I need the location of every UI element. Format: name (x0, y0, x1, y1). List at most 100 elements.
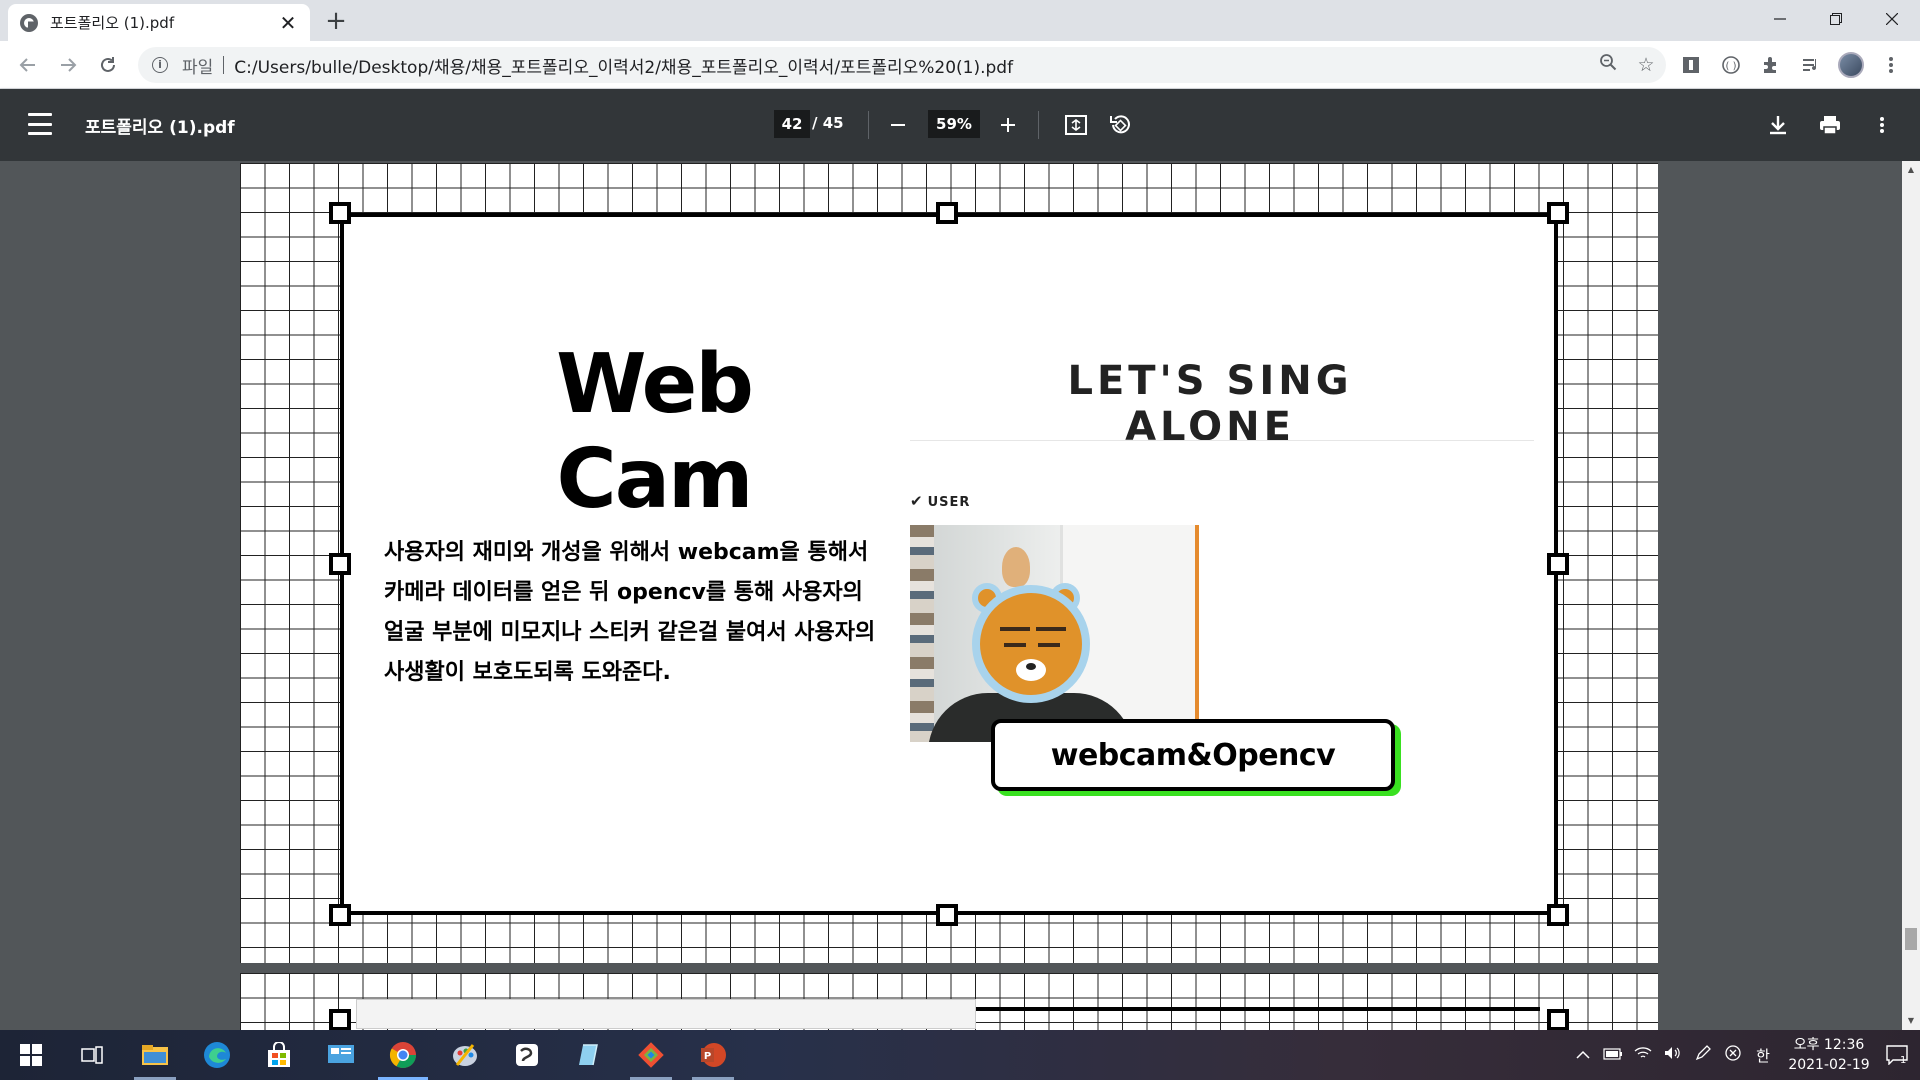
store-app[interactable] (248, 1030, 310, 1080)
chevron-up-icon[interactable] (1570, 1046, 1596, 1064)
wifi-icon[interactable] (1630, 1046, 1656, 1064)
clock-time: 오후 12:36 (1793, 1037, 1865, 1053)
address-bar[interactable]: i 파일 C:/Users/bulle/Desktop/채용/채용_포트폴리오_… (138, 47, 1666, 83)
restore-button[interactable] (1808, 0, 1864, 38)
folder-icon (142, 1045, 168, 1065)
pen-icon[interactable] (1690, 1045, 1716, 1065)
fit-page-button[interactable] (1060, 109, 1092, 141)
url-text[interactable]: C:/Users/bulle/Desktop/채용/채용_포트폴리오_이력서2/… (234, 53, 1013, 78)
chrome-menu-icon[interactable] (1876, 51, 1906, 79)
bear-face-sticker-icon (972, 585, 1090, 703)
handle-top-right (1547, 202, 1569, 224)
task-view-button[interactable] (62, 1030, 124, 1080)
extensions-area: ( ) (1676, 51, 1906, 79)
divider (868, 111, 869, 139)
edge-icon (204, 1042, 230, 1068)
notes-app[interactable] (558, 1030, 620, 1080)
zoom-out-button[interactable] (882, 109, 914, 141)
rotate-button[interactable] (1104, 109, 1136, 141)
scroll-down-icon[interactable]: ▼ (1906, 1016, 1916, 1026)
chrome-app[interactable] (372, 1030, 434, 1080)
handle-top-left (329, 1009, 351, 1030)
start-button[interactable] (0, 1030, 62, 1080)
divider (910, 440, 1534, 441)
zoom-icon[interactable] (1596, 53, 1620, 77)
minus-icon (891, 124, 905, 126)
handle-top-center (936, 202, 958, 224)
media-control-icon[interactable] (1796, 51, 1826, 79)
handle-top-left (329, 202, 351, 224)
download-icon (1770, 116, 1786, 135)
scroll-thumb[interactable] (1905, 928, 1917, 950)
snipping-app[interactable] (496, 1030, 558, 1080)
more-options-icon[interactable] (1866, 109, 1898, 141)
print-icon (1820, 116, 1840, 135)
webcam-opencv-badge: webcam&Opencv (991, 719, 1395, 791)
slide-heading: Web Cam (556, 337, 754, 527)
hamburger-menu-icon[interactable] (28, 113, 52, 135)
control-panel-app[interactable] (310, 1030, 372, 1080)
puzzle-icon[interactable] (1756, 51, 1786, 79)
chrome-icon (389, 1042, 417, 1069)
edge-app[interactable] (186, 1030, 248, 1080)
zoom-in-button[interactable] (992, 109, 1024, 141)
plus-icon (1001, 118, 1015, 132)
forward-button[interactable] (54, 51, 82, 79)
tab-title: 포트폴리오 (1).pdf (50, 14, 175, 32)
clock[interactable]: 오후 12:36 2021-02-19 (1784, 1035, 1874, 1075)
reload-button[interactable] (94, 51, 122, 79)
star-icon[interactable]: ☆ (1634, 53, 1658, 77)
scroll-up-icon[interactable]: ▲ (1906, 165, 1916, 175)
print-button[interactable] (1814, 109, 1846, 141)
clock-date: 2021-02-19 (1788, 1057, 1870, 1073)
restore-icon (1830, 13, 1842, 25)
handle-bottom-left (329, 904, 351, 926)
zoom-level-input[interactable]: 59% (928, 110, 980, 138)
extension-bookmark-icon[interactable] (1676, 51, 1706, 79)
taskbar: P 한 오후 12:36 2021-02-19 1 (0, 1030, 1920, 1080)
tab-active[interactable]: 포트폴리오 (1).pdf ✕ (8, 4, 310, 41)
svg-text:1: 1 (1900, 1055, 1906, 1065)
powerpoint-icon: P (701, 1043, 726, 1067)
profile-avatar[interactable] (1836, 51, 1866, 79)
reload-icon (101, 57, 115, 72)
download-button[interactable] (1762, 109, 1794, 141)
handle-mid-right (1547, 553, 1569, 575)
extension-circle-icon[interactable]: ( ) (1716, 51, 1746, 79)
task-view-icon (81, 1046, 103, 1064)
battery-icon[interactable] (1600, 1046, 1626, 1064)
minimize-button[interactable] (1752, 0, 1808, 38)
volume-icon[interactable] (1660, 1046, 1686, 1064)
badge-label: webcam&Opencv (1050, 737, 1336, 773)
new-tab-button[interactable]: + (322, 8, 350, 36)
file-explorer-app[interactable] (124, 1030, 186, 1080)
pdf-toolbar: 포트폴리오 (1).pdf 42 / 45 59% (0, 89, 1920, 161)
slide-frame: Web Cam LET'S SING ALONE 사용자의 재미와 개성을 위해… (340, 213, 1558, 915)
powerpoint-app[interactable]: P (682, 1030, 744, 1080)
scrollbar[interactable]: ▲ ▼ (1902, 161, 1920, 1030)
browser-toolbar: i 파일 C:/Users/bulle/Desktop/채용/채용_포트폴리오_… (0, 41, 1920, 89)
handle-bottom-right (1547, 904, 1569, 926)
blocked-icon[interactable] (1720, 1045, 1746, 1065)
close-window-button[interactable] (1864, 0, 1920, 38)
paint-app[interactable] (434, 1030, 496, 1080)
checkmark-icon: ✔ (910, 492, 924, 510)
scheme-label: 파일 (182, 57, 214, 78)
ime-indicator[interactable]: 한 (1750, 1045, 1776, 1066)
pdf-right-tools (1762, 109, 1898, 141)
page-number-input[interactable]: 42 (774, 110, 810, 138)
tab-strip: 포트폴리오 (1).pdf ✕ + (0, 0, 1920, 41)
notification-center-button[interactable]: 1 (1874, 1030, 1920, 1080)
tab-close-icon[interactable]: ✕ (278, 13, 298, 33)
divider (223, 56, 225, 74)
handle-bottom-center (936, 904, 958, 926)
info-icon[interactable]: i (152, 57, 168, 73)
back-button[interactable] (14, 51, 42, 79)
pdf-viewer[interactable]: Web Cam LET'S SING ALONE 사용자의 재미와 개성을 위해… (0, 161, 1920, 1030)
monitor-icon (328, 1045, 354, 1063)
handle-top-right (1547, 1009, 1569, 1030)
git-app[interactable] (620, 1030, 682, 1080)
svg-text:P: P (704, 1051, 711, 1062)
pdf-page-next (240, 973, 1658, 1030)
webcam-photo (910, 525, 1199, 742)
